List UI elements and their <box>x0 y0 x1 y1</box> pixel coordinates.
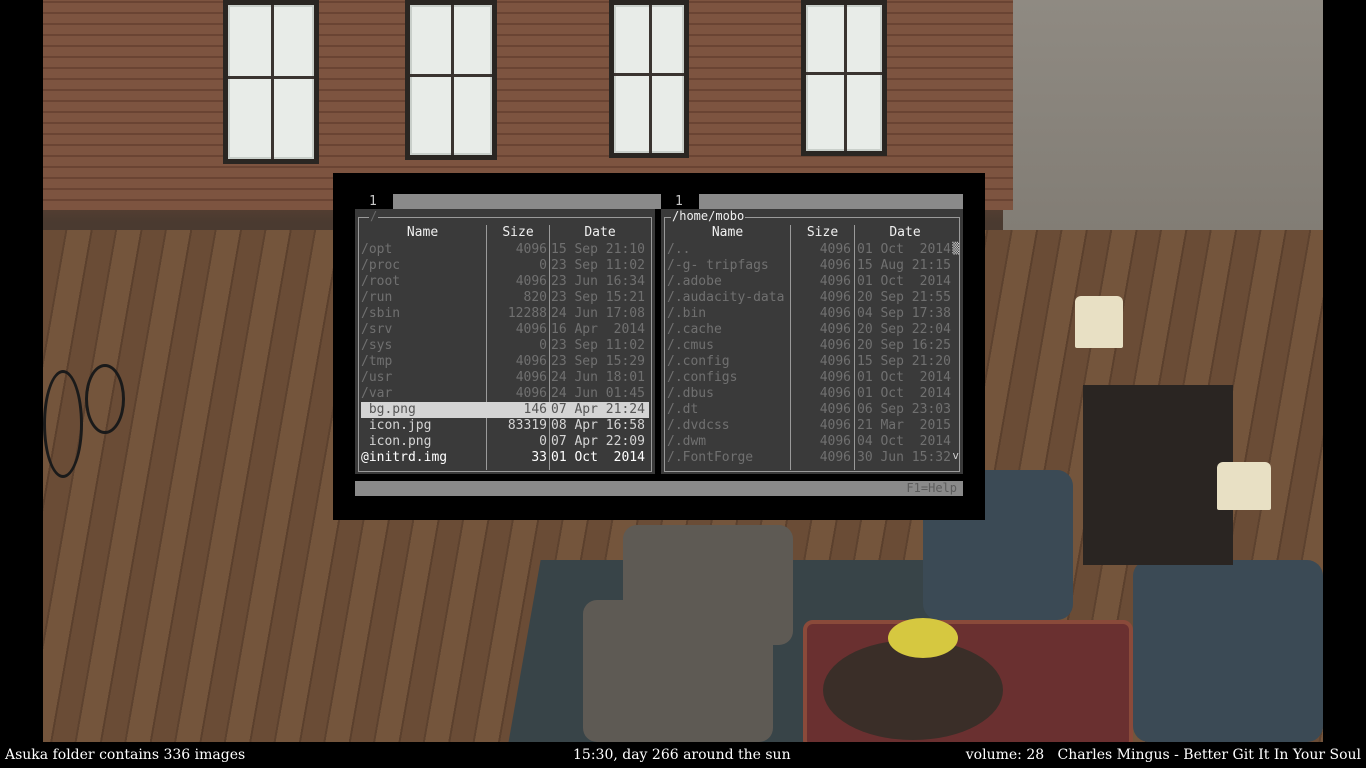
file-row[interactable]: icon.png 0 07 Apr 22:09 <box>361 434 649 450</box>
right-file-list: /.. 4096 01 Oct 2014 /-g- tripfags 4096 15 A… <box>667 242 957 466</box>
file-row[interactable]: /usr 4096 24 Jun 18:01 <box>361 370 649 386</box>
column-header-name[interactable]: Name <box>359 225 486 241</box>
file-row[interactable]: /.. 4096 01 Oct 2014 <box>667 242 957 258</box>
column-header-name[interactable]: Name <box>665 225 790 241</box>
file-row[interactable]: /.audacity-data 4096 20 Sep 21:55 <box>667 290 957 306</box>
file-row[interactable]: /root 4096 23 Jun 16:34 <box>361 274 649 290</box>
file-row[interactable]: /.dvdcss 4096 21 Mar 2015 <box>667 418 957 434</box>
scroll-down-icon[interactable]: v <box>952 450 959 462</box>
file-row[interactable]: /-g- tripfags 4096 15 Aug 21:15 <box>667 258 957 274</box>
left-file-list: /opt 4096 15 Sep 21:10 /proc 0 23 Sep 11:02 … <box>361 242 649 466</box>
file-row[interactable]: @initrd.img 33 01 Oct 2014 <box>361 450 649 466</box>
file-manager-bottom-bar: F1=Help <box>355 481 963 496</box>
file-manager-window: 1 1 / Name Size Date /opt 4096 15 Sep 21:1… <box>333 173 985 520</box>
status-bar: Asuka folder contains 336 images 15:30, … <box>0 742 1366 768</box>
column-header-date[interactable]: Date <box>855 225 955 241</box>
status-clock: 15:30, day 266 around the sun <box>573 747 791 763</box>
file-row[interactable]: /var 4096 24 Jun 01:45 <box>361 386 649 402</box>
file-row[interactable]: /run 820 23 Sep 15:21 <box>361 290 649 306</box>
file-row[interactable]: /sbin 12288 24 Jun 17:08 <box>361 306 649 322</box>
status-music: volume: 28 Charles Mingus - Better Git I… <box>965 747 1361 763</box>
scroll-up-icon[interactable]: ▒ <box>952 243 959 255</box>
column-header-size[interactable]: Size <box>791 225 854 241</box>
help-hint: F1=Help <box>906 481 957 495</box>
file-row[interactable]: /proc 0 23 Sep 11:02 <box>361 258 649 274</box>
file-row[interactable]: /sys 0 23 Sep 11:02 <box>361 338 649 354</box>
status-left: Asuka folder contains 336 images <box>5 747 246 763</box>
column-header-date[interactable]: Date <box>550 225 650 241</box>
file-row[interactable]: /.adobe 4096 01 Oct 2014 <box>667 274 957 290</box>
file-row[interactable]: /srv 4096 16 Apr 2014 <box>361 322 649 338</box>
right-panel-path: /home/mobo <box>671 209 746 223</box>
right-panel-tab[interactable]: 1 <box>661 194 699 209</box>
file-row[interactable]: /.dt 4096 06 Sep 23:03 <box>667 402 957 418</box>
file-row[interactable]: /opt 4096 15 Sep 21:10 <box>361 242 649 258</box>
file-row[interactable]: /.config 4096 15 Sep 21:20 <box>667 354 957 370</box>
file-row[interactable]: /.cache 4096 20 Sep 22:04 <box>667 322 957 338</box>
file-manager-top-bar: 1 1 <box>355 194 963 209</box>
column-header-size[interactable]: Size <box>487 225 549 241</box>
file-row[interactable]: /.bin 4096 04 Sep 17:38 <box>667 306 957 322</box>
selected-file-row[interactable]: bg.png 146 07 Apr 21:24 <box>361 402 649 418</box>
right-file-panel[interactable]: /home/mobo Name Size Date /.. 4096 01 Oct … <box>661 209 963 474</box>
left-panel-path: / <box>369 209 379 223</box>
file-row[interactable]: /.dwm 4096 04 Oct 2014 <box>667 434 957 450</box>
file-row[interactable]: /.configs 4096 01 Oct 2014 <box>667 370 957 386</box>
file-row[interactable]: icon.jpg 83319 08 Apr 16:58 <box>361 418 649 434</box>
file-row[interactable]: /.FontForge 4096 30 Jun 15:32 <box>667 450 957 466</box>
left-file-panel[interactable]: / Name Size Date /opt 4096 15 Sep 21:10 /p… <box>355 209 655 474</box>
file-row[interactable]: /.dbus 4096 01 Oct 2014 <box>667 386 957 402</box>
file-row[interactable]: /tmp 4096 23 Sep 15:29 <box>361 354 649 370</box>
file-row[interactable]: /.cmus 4096 20 Sep 16:25 <box>667 338 957 354</box>
left-panel-tab[interactable]: 1 <box>355 194 393 209</box>
